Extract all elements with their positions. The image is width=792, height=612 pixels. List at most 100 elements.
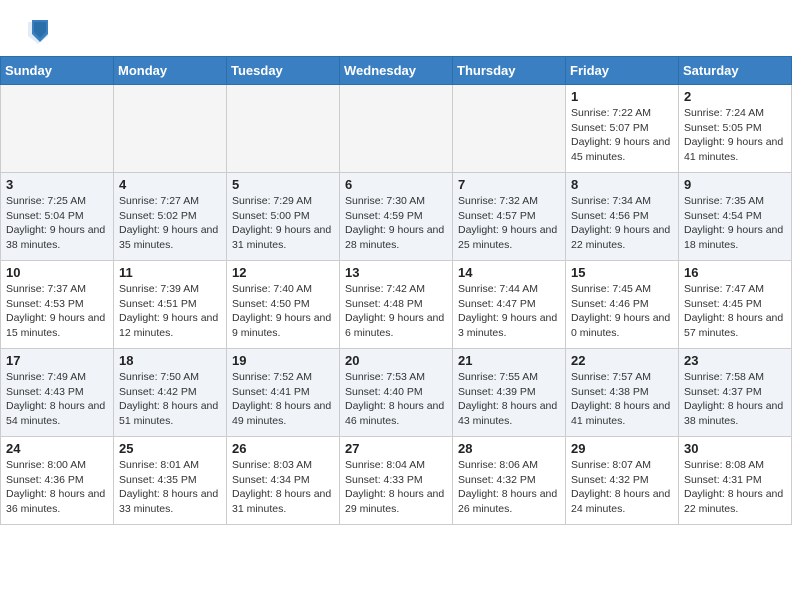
day-info: Sunrise: 7:42 AMSunset: 4:48 PMDaylight:…	[345, 282, 447, 341]
calendar-week-row: 24 Sunrise: 8:00 AMSunset: 4:36 PMDayligh…	[1, 437, 792, 525]
day-number: 24	[6, 441, 108, 456]
calendar-day-cell: 30 Sunrise: 8:08 AMSunset: 4:31 PMDayligh…	[679, 437, 792, 525]
day-number: 2	[684, 89, 786, 104]
day-info: Sunrise: 7:24 AMSunset: 5:05 PMDaylight:…	[684, 106, 786, 165]
calendar-day-cell: 26Sunrise: 8:03 AMSunset: 4:34 PMDayligh…	[227, 437, 340, 525]
day-number: 18	[119, 353, 221, 368]
calendar-day-cell: 2 Sunrise: 7:24 AMSunset: 5:05 PMDaylight…	[679, 85, 792, 173]
day-number: 11	[119, 265, 221, 280]
weekday-header-wednesday: Wednesday	[340, 57, 453, 85]
day-info: Sunrise: 7:22 AMSunset: 5:07 PMDaylight:…	[571, 106, 673, 165]
weekday-header-saturday: Saturday	[679, 57, 792, 85]
day-number: 23	[684, 353, 786, 368]
day-number: 30	[684, 441, 786, 456]
day-info: Sunrise: 7:32 AMSunset: 4:57 PMDaylight:…	[458, 194, 560, 253]
day-info: Sunrise: 7:58 AMSunset: 4:37 PMDaylight:…	[684, 370, 786, 429]
day-number: 6	[345, 177, 447, 192]
calendar-table: SundayMondayTuesdayWednesdayThursdayFrid…	[0, 56, 792, 525]
day-info: Sunrise: 8:04 AMSunset: 4:33 PMDaylight:…	[345, 458, 447, 517]
day-info: Sunrise: 8:01 AMSunset: 4:35 PMDaylight:…	[119, 458, 221, 517]
day-number: 10	[6, 265, 108, 280]
calendar-week-row: 17 Sunrise: 7:49 AMSunset: 4:43 PMDayligh…	[1, 349, 792, 437]
calendar-day-cell: 9Sunrise: 7:35 AMSunset: 4:54 PMDaylight…	[679, 173, 792, 261]
day-info: Sunrise: 7:45 AMSunset: 4:46 PMDaylight:…	[571, 282, 673, 341]
day-info: Sunrise: 7:30 AMSunset: 4:59 PMDaylight:…	[345, 194, 447, 253]
calendar-day-cell: 10 Sunrise: 7:37 AMSunset: 4:53 PMDayligh…	[1, 261, 114, 349]
day-number: 13	[345, 265, 447, 280]
day-info: Sunrise: 7:25 AMSunset: 5:04 PMDaylight:…	[6, 194, 108, 253]
day-info: Sunrise: 7:37 AMSunset: 4:53 PMDaylight:…	[6, 282, 108, 341]
day-info: Sunrise: 7:52 AMSunset: 4:41 PMDaylight:…	[232, 370, 334, 429]
day-number: 9	[684, 177, 786, 192]
calendar-day-cell: 24 Sunrise: 8:00 AMSunset: 4:36 PMDayligh…	[1, 437, 114, 525]
calendar-day-cell: 6 Sunrise: 7:30 AMSunset: 4:59 PMDaylight…	[340, 173, 453, 261]
day-number: 8	[571, 177, 673, 192]
day-info: Sunrise: 7:57 AMSunset: 4:38 PMDaylight:…	[571, 370, 673, 429]
day-info: Sunrise: 7:29 AMSunset: 5:00 PMDaylight:…	[232, 194, 334, 253]
day-info: Sunrise: 7:53 AMSunset: 4:40 PMDaylight:…	[345, 370, 447, 429]
calendar-day-cell: 13 Sunrise: 7:42 AMSunset: 4:48 PMDayligh…	[340, 261, 453, 349]
calendar-day-cell: 11 Sunrise: 7:39 AMSunset: 4:51 PMDayligh…	[114, 261, 227, 349]
weekday-header-thursday: Thursday	[453, 57, 566, 85]
calendar-day-cell: 4 Sunrise: 7:27 AMSunset: 5:02 PMDaylight…	[114, 173, 227, 261]
weekday-header-friday: Friday	[566, 57, 679, 85]
day-info: Sunrise: 7:49 AMSunset: 4:43 PMDaylight:…	[6, 370, 108, 429]
day-number: 17	[6, 353, 108, 368]
day-info: Sunrise: 8:00 AMSunset: 4:36 PMDaylight:…	[6, 458, 108, 517]
calendar-day-cell: 23 Sunrise: 7:58 AMSunset: 4:37 PMDayligh…	[679, 349, 792, 437]
day-number: 22	[571, 353, 673, 368]
day-number: 3	[6, 177, 108, 192]
weekday-header-row: SundayMondayTuesdayWednesdayThursdayFrid…	[1, 57, 792, 85]
day-info: Sunrise: 7:50 AMSunset: 4:42 PMDaylight:…	[119, 370, 221, 429]
page-header	[0, 0, 792, 56]
day-number: 14	[458, 265, 560, 280]
weekday-header-monday: Monday	[114, 57, 227, 85]
calendar-day-cell	[1, 85, 114, 173]
day-number: 15	[571, 265, 673, 280]
day-info: Sunrise: 8:06 AMSunset: 4:32 PMDaylight:…	[458, 458, 560, 517]
page-wrapper: SundayMondayTuesdayWednesdayThursdayFrid…	[0, 0, 792, 535]
calendar-week-row: 3 Sunrise: 7:25 AMSunset: 5:04 PMDaylight…	[1, 173, 792, 261]
calendar-day-cell: 12 Sunrise: 7:40 AMSunset: 4:50 PMDayligh…	[227, 261, 340, 349]
day-number: 4	[119, 177, 221, 192]
calendar-day-cell: 17 Sunrise: 7:49 AMSunset: 4:43 PMDayligh…	[1, 349, 114, 437]
calendar-day-cell	[453, 85, 566, 173]
day-number: 19	[232, 353, 334, 368]
day-number: 1	[571, 89, 673, 104]
day-info: Sunrise: 8:08 AMSunset: 4:31 PMDaylight:…	[684, 458, 786, 517]
day-number: 16	[684, 265, 786, 280]
calendar-day-cell	[340, 85, 453, 173]
calendar-day-cell: 25 Sunrise: 8:01 AMSunset: 4:35 PMDayligh…	[114, 437, 227, 525]
day-number: 20	[345, 353, 447, 368]
calendar-day-cell	[114, 85, 227, 173]
day-info: Sunrise: 7:27 AMSunset: 5:02 PMDaylight:…	[119, 194, 221, 253]
day-number: 5	[232, 177, 334, 192]
calendar-day-cell: 3 Sunrise: 7:25 AMSunset: 5:04 PMDaylight…	[1, 173, 114, 261]
day-info: Sunrise: 7:34 AMSunset: 4:56 PMDaylight:…	[571, 194, 673, 253]
calendar-day-cell: 1 Sunrise: 7:22 AMSunset: 5:07 PMDaylight…	[566, 85, 679, 173]
day-info: Sunrise: 7:39 AMSunset: 4:51 PMDaylight:…	[119, 282, 221, 341]
calendar-day-cell: 5 Sunrise: 7:29 AMSunset: 5:00 PMDaylight…	[227, 173, 340, 261]
calendar-day-cell: 27Sunrise: 8:04 AMSunset: 4:33 PMDayligh…	[340, 437, 453, 525]
calendar-day-cell: 14 Sunrise: 7:44 AMSunset: 4:47 PMDayligh…	[453, 261, 566, 349]
day-info: Sunrise: 8:07 AMSunset: 4:32 PMDaylight:…	[571, 458, 673, 517]
weekday-header-sunday: Sunday	[1, 57, 114, 85]
calendar-week-row: 10 Sunrise: 7:37 AMSunset: 4:53 PMDayligh…	[1, 261, 792, 349]
day-number: 12	[232, 265, 334, 280]
calendar-day-cell: 15 Sunrise: 7:45 AMSunset: 4:46 PMDayligh…	[566, 261, 679, 349]
calendar-day-cell: 7Sunrise: 7:32 AMSunset: 4:57 PMDaylight…	[453, 173, 566, 261]
day-info: Sunrise: 7:44 AMSunset: 4:47 PMDaylight:…	[458, 282, 560, 341]
day-info: Sunrise: 7:40 AMSunset: 4:50 PMDaylight:…	[232, 282, 334, 341]
calendar-day-cell: 8 Sunrise: 7:34 AMSunset: 4:56 PMDaylight…	[566, 173, 679, 261]
calendar-day-cell: 29 Sunrise: 8:07 AMSunset: 4:32 PMDayligh…	[566, 437, 679, 525]
calendar-day-cell: 18 Sunrise: 7:50 AMSunset: 4:42 PMDayligh…	[114, 349, 227, 437]
calendar-day-cell: 21Sunrise: 7:55 AMSunset: 4:39 PMDayligh…	[453, 349, 566, 437]
calendar-day-cell: 19 Sunrise: 7:52 AMSunset: 4:41 PMDayligh…	[227, 349, 340, 437]
day-info: Sunrise: 7:47 AMSunset: 4:45 PMDaylight:…	[684, 282, 786, 341]
day-number: 29	[571, 441, 673, 456]
day-info: Sunrise: 7:55 AMSunset: 4:39 PMDaylight:…	[458, 370, 560, 429]
calendar-day-cell: 16 Sunrise: 7:47 AMSunset: 4:45 PMDayligh…	[679, 261, 792, 349]
day-number: 28	[458, 441, 560, 456]
day-number: 25	[119, 441, 221, 456]
day-number: 26	[232, 441, 334, 456]
